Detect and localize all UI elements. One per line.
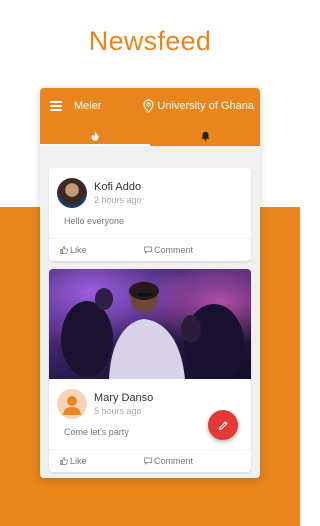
post-time: 2 hours ago	[94, 194, 142, 205]
post-text: Hello everyone	[64, 216, 125, 226]
like-button[interactable]: Like	[60, 245, 144, 255]
page-title: Newsfeed	[88, 26, 212, 56]
compose-button[interactable]	[208, 410, 238, 440]
hamburger-icon[interactable]	[50, 101, 62, 111]
pencil-icon	[218, 420, 228, 430]
avatar[interactable]	[57, 389, 87, 419]
app-title: Meler	[74, 100, 102, 112]
app-bar: Meler University of Ghana	[40, 88, 260, 146]
comment-button[interactable]: Comment	[144, 245, 193, 255]
thumbs-up-icon	[60, 246, 68, 254]
tab-feed[interactable]	[40, 125, 150, 146]
thumbs-up-icon	[60, 457, 68, 465]
bell-icon	[201, 131, 209, 141]
post-image[interactable]	[49, 269, 251, 379]
like-button[interactable]: Like	[60, 456, 144, 466]
tab-notifications[interactable]	[150, 125, 260, 146]
post-card[interactable]: Mary Danso 5 hours ago Come let's party …	[49, 269, 251, 472]
comment-label: Comment	[154, 456, 194, 466]
phone-mockup: Meler University of Ghana Kofi Addo 2 ho…	[40, 88, 260, 478]
flame-icon	[91, 131, 99, 140]
comment-icon	[144, 457, 152, 465]
post-card[interactable]: Kofi Addo 2 hours ago Hello everyone Lik…	[49, 168, 251, 261]
avatar[interactable]	[57, 178, 87, 208]
map-pin-icon	[143, 99, 154, 113]
location-label: University of Ghana	[157, 100, 254, 112]
post-author[interactable]: Mary Danso	[94, 392, 153, 405]
post-author[interactable]: Kofi Addo	[94, 181, 142, 194]
comment-label: Comment	[154, 245, 194, 255]
like-label: Like	[70, 456, 87, 466]
comment-button[interactable]: Comment	[144, 456, 193, 466]
location-selector[interactable]: University of Ghana	[143, 99, 254, 113]
comment-icon	[144, 246, 152, 254]
party-photo	[49, 269, 251, 379]
person-icon	[63, 396, 81, 415]
post-time: 5 hours ago	[94, 405, 142, 416]
like-label: Like	[70, 245, 87, 255]
tab-bar	[40, 125, 260, 146]
